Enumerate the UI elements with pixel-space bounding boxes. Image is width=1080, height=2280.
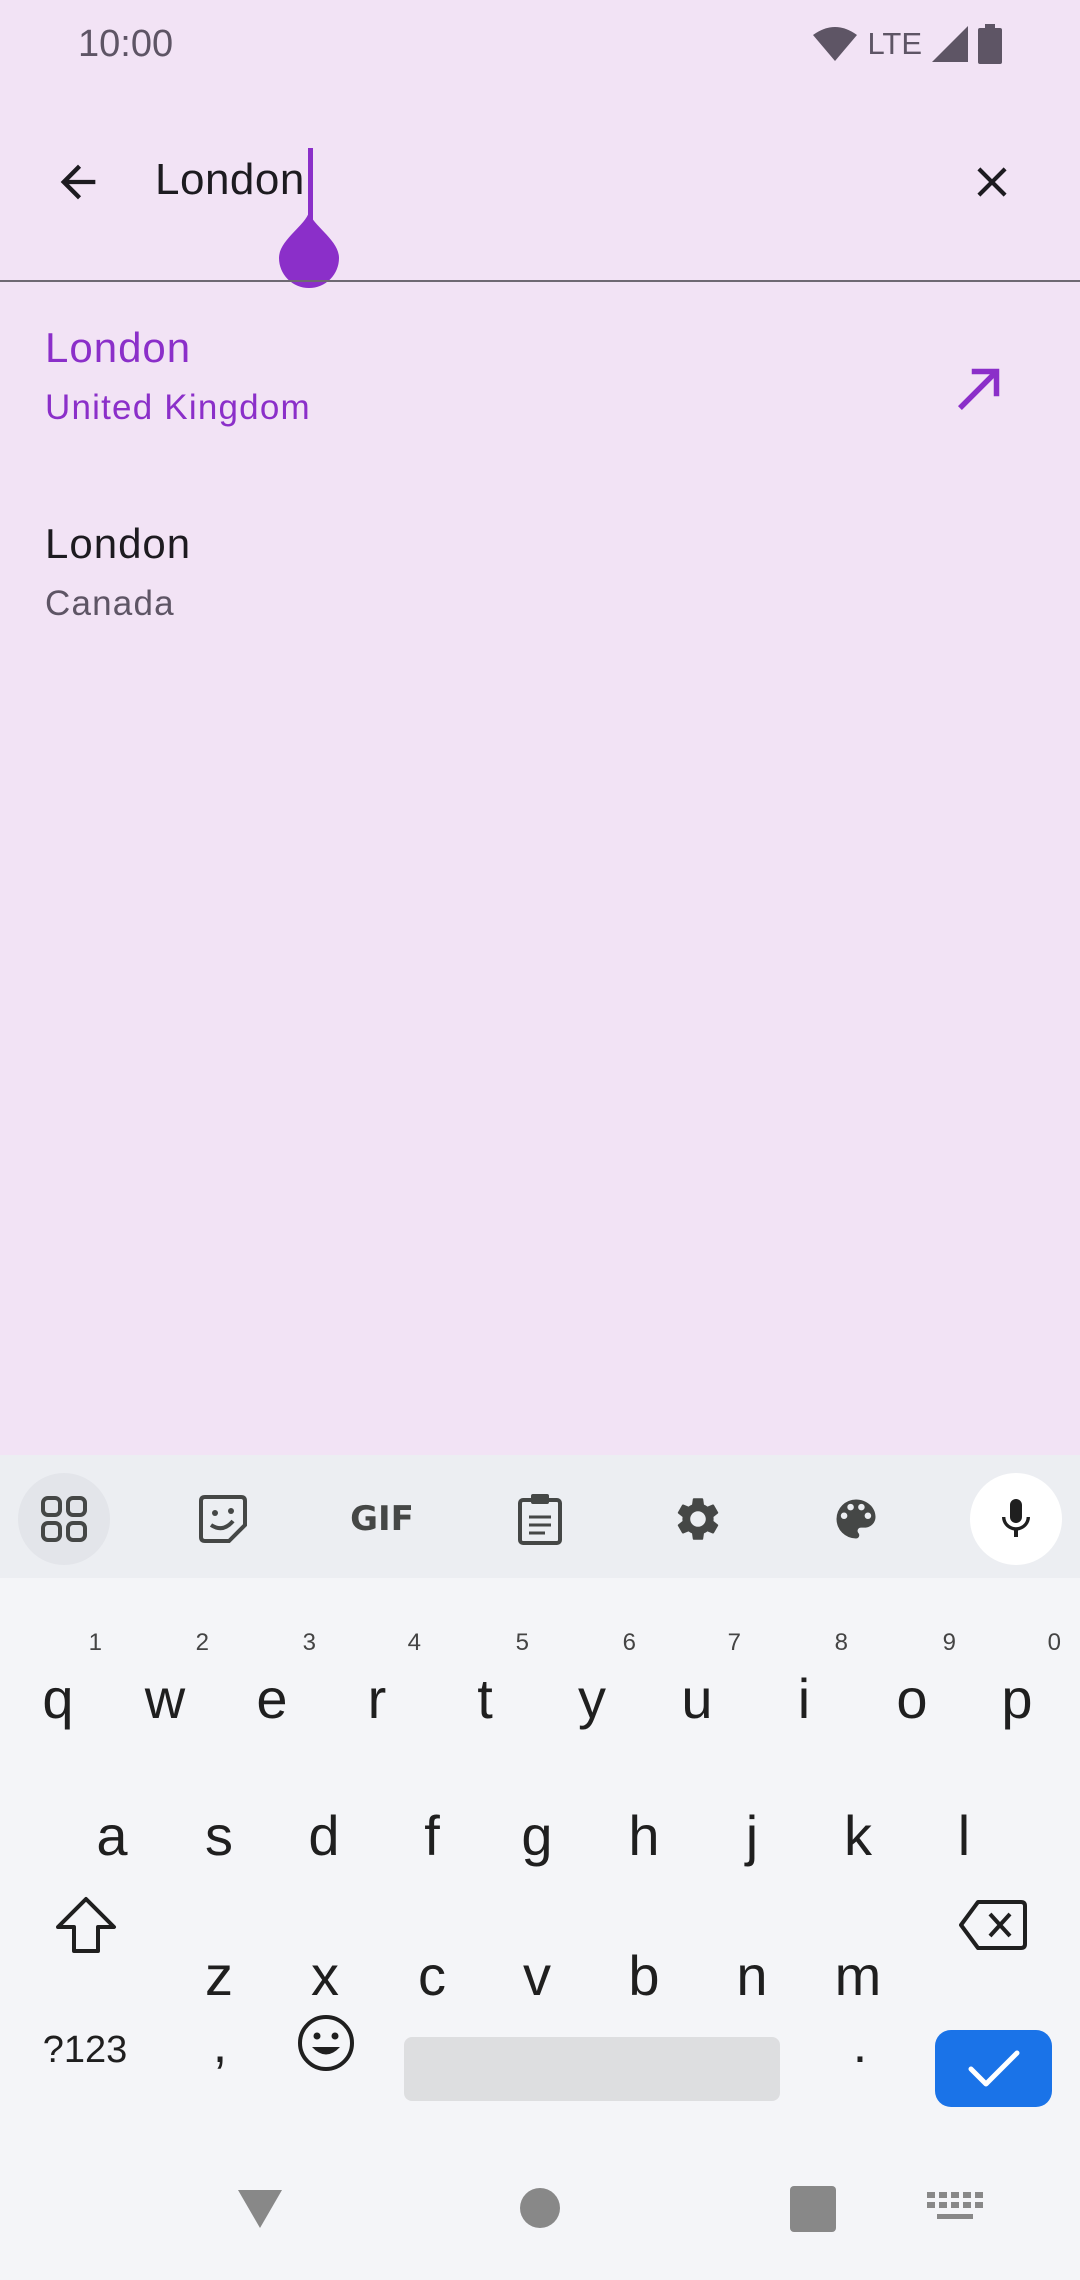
key-w[interactable]: w2 <box>113 1629 217 1755</box>
apps-button[interactable] <box>18 1473 110 1565</box>
key-number-hint: 9 <box>942 1629 956 1656</box>
battery-icon <box>978 24 1002 64</box>
gif-button[interactable]: GIF <box>336 1473 428 1565</box>
key-label: w <box>144 1667 186 1730</box>
soft-keyboard: GIF q1w2e3r4t5y6u7i8o 9 p 0 a s d f g h … <box>0 1455 1080 2280</box>
key-label: u <box>681 1667 713 1730</box>
arrow-up-right-icon[interactable] <box>947 355 1013 421</box>
nav-recents-icon[interactable] <box>790 2186 836 2232</box>
gear-icon <box>677 1498 719 1540</box>
text-cursor <box>308 148 313 220</box>
result-city: London <box>45 324 192 371</box>
shift-key[interactable] <box>36 1875 136 1975</box>
key-label: i <box>797 1667 811 1730</box>
clear-search-button[interactable] <box>946 136 1038 228</box>
result-city: London <box>45 520 192 567</box>
key-y[interactable]: y6 <box>540 1629 644 1755</box>
key-u[interactable]: u7 <box>645 1629 749 1755</box>
shift-icon <box>56 1897 116 1953</box>
key-d[interactable]: d <box>272 1780 376 1892</box>
key-i[interactable]: i8 <box>752 1629 856 1755</box>
result-country: United Kingdom <box>45 388 311 427</box>
arrow-back-icon <box>60 164 96 200</box>
key-number-hint: 8 <box>834 1629 848 1656</box>
cursor-handle-icon[interactable] <box>279 212 339 288</box>
key-number-hint: 2 <box>195 1629 209 1656</box>
palette-icon <box>836 1499 876 1539</box>
sticker-icon <box>199 1495 247 1543</box>
key-label: y <box>578 1667 606 1730</box>
key-e[interactable]: e3 <box>220 1629 324 1755</box>
key-t[interactable]: t5 <box>433 1629 537 1755</box>
microphone-icon <box>1002 1499 1030 1537</box>
key-label: e <box>256 1667 288 1730</box>
theme-button[interactable] <box>810 1473 902 1565</box>
status-time: 10:00 <box>78 23 174 65</box>
key-k[interactable]: k <box>806 1780 910 1892</box>
key-f[interactable]: f <box>380 1780 484 1892</box>
key-n[interactable]: n <box>700 1920 804 2032</box>
key-o[interactable]: o9 <box>860 1629 964 1755</box>
emoji-key[interactable] <box>278 1995 374 2091</box>
key-number-hint: 5 <box>515 1629 529 1656</box>
symbols-key[interactable]: ?123 <box>30 2000 140 2100</box>
clipboard-button[interactable] <box>494 1473 586 1565</box>
clipboard-icon <box>518 1494 562 1545</box>
keyboard-toolbar: GIF <box>0 1455 1080 1578</box>
key-number-hint: 6 <box>622 1629 636 1656</box>
emoji-icon <box>298 2015 354 2071</box>
gif-label: GIF <box>350 1499 414 1539</box>
search-divider <box>0 280 1080 282</box>
nav-home-icon[interactable] <box>512 2180 568 2236</box>
close-icon <box>977 167 1007 197</box>
apps-grid-icon <box>41 1496 87 1542</box>
search-result-item[interactable]: London Canada <box>0 484 1080 680</box>
key-number-hint: 0 <box>1047 1629 1061 1656</box>
key-number-hint: 1 <box>88 1629 102 1656</box>
period-key[interactable]: . <box>810 1990 910 2100</box>
search-result-item[interactable]: London United Kingdom <box>0 288 1080 484</box>
key-j[interactable]: j <box>700 1780 804 1892</box>
nav-back-icon[interactable] <box>230 2180 290 2240</box>
key-p[interactable]: p0 <box>965 1629 1069 1755</box>
settings-button[interactable] <box>652 1473 744 1565</box>
voice-input-button[interactable] <box>970 1473 1062 1565</box>
status-icons: LTE <box>813 20 1002 68</box>
key-number-hint: 4 <box>407 1629 421 1656</box>
space-key[interactable] <box>404 2037 780 2101</box>
key-number-hint: 3 <box>302 1629 316 1656</box>
result-country: Canada <box>45 584 175 623</box>
key-s[interactable]: s <box>167 1780 271 1892</box>
key-q[interactable]: q1 <box>6 1629 110 1755</box>
backspace-key[interactable] <box>943 1875 1043 1975</box>
back-button[interactable] <box>32 136 124 228</box>
keyboard-switch-icon[interactable] <box>925 2190 987 2230</box>
wifi-icon <box>813 27 858 61</box>
enter-key[interactable] <box>935 2030 1052 2107</box>
key-h[interactable]: h <box>592 1780 696 1892</box>
key-v[interactable]: v <box>485 1920 589 2032</box>
key-number-hint: 7 <box>727 1629 741 1656</box>
key-c[interactable]: c <box>380 1920 484 2032</box>
search-input[interactable]: London <box>155 150 305 210</box>
key-g[interactable]: g <box>485 1780 589 1892</box>
checkmark-icon <box>968 2050 1019 2086</box>
sticker-button[interactable] <box>177 1473 269 1565</box>
comma-key[interactable]: , <box>170 1990 270 2100</box>
key-label: t <box>477 1667 493 1730</box>
key-label: o <box>896 1667 928 1730</box>
key-r[interactable]: r4 <box>325 1629 429 1755</box>
key-label: r <box>367 1667 387 1730</box>
key-b[interactable]: b <box>592 1920 696 2032</box>
signal-icon <box>932 26 968 62</box>
backspace-icon <box>959 1900 1027 1950</box>
key-label: p <box>1001 1667 1033 1730</box>
key-label: q <box>42 1667 74 1730</box>
network-type-label: LTE <box>867 26 922 61</box>
